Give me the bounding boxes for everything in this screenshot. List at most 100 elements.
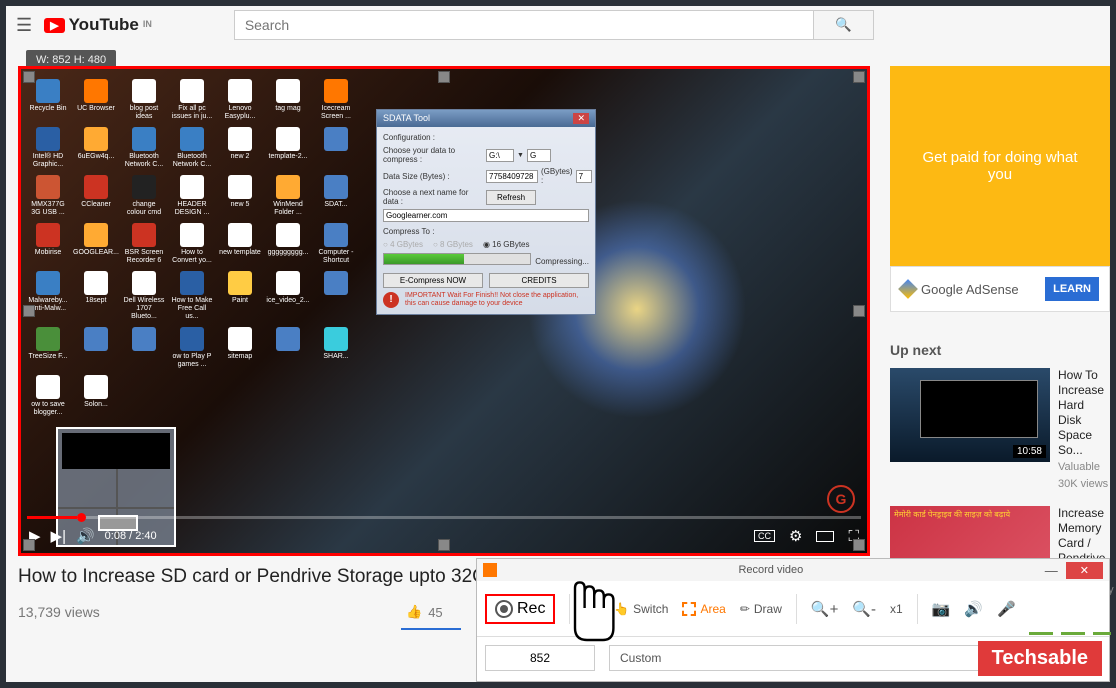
desktop-icon[interactable]: MMX377G 3G USB ... xyxy=(25,173,71,219)
desktop-icon[interactable]: new template xyxy=(217,221,263,267)
webcam-icon[interactable]: 📷 xyxy=(932,600,951,618)
desktop-icon[interactable]: Solon... xyxy=(73,373,119,419)
speaker-icon[interactable]: 🔊 xyxy=(964,600,983,618)
desktop-icon[interactable]: new 5 xyxy=(217,173,263,219)
search-input[interactable] xyxy=(234,10,814,40)
minimize-button[interactable]: — xyxy=(1037,561,1066,580)
desktop-icon[interactable]: tag mag xyxy=(265,77,311,123)
desktop-icon[interactable]: 6uEGw4q... xyxy=(73,125,119,171)
desktop-icon[interactable]: Computer - Shortcut xyxy=(313,221,359,267)
desktop-icon[interactable]: CCleaner xyxy=(73,173,119,219)
desktop-icon[interactable]: GOOGLEAR... xyxy=(73,221,119,267)
radio-4gb[interactable]: ○ 4 GBytes xyxy=(383,240,423,249)
next-button[interactable]: ▶| xyxy=(51,527,66,545)
related-video[interactable]: 10:58 How To Increase Hard Disk Space So… xyxy=(890,368,1110,492)
desktop-icon[interactable]: SHAR... xyxy=(313,325,359,371)
settings-icon[interactable]: ⚙ xyxy=(789,527,802,545)
desktop-icon[interactable]: UC Browser xyxy=(73,77,119,123)
desktop-icon[interactable]: How to Convert yo... xyxy=(169,221,215,267)
resize-handle[interactable] xyxy=(853,539,865,551)
compress-button[interactable]: E-Compress NOW xyxy=(383,273,483,288)
desktop-icon[interactable]: 18sept xyxy=(73,269,119,323)
desktop-icon[interactable]: template-2... xyxy=(265,125,311,171)
desktop-icon[interactable]: blog post ideas xyxy=(121,77,167,123)
cc-button[interactable]: CC xyxy=(754,530,775,542)
desktop-icon[interactable]: ice_video_2... xyxy=(265,269,311,323)
progress-bar xyxy=(383,253,531,265)
radio-8gb[interactable]: ○ 8 GBytes xyxy=(433,240,473,249)
drive-select[interactable] xyxy=(486,149,514,162)
desktop-icon[interactable] xyxy=(313,125,359,171)
search-button[interactable]: 🔍 xyxy=(814,10,874,40)
mic-icon[interactable]: 🎤 xyxy=(997,600,1016,618)
resize-handle[interactable] xyxy=(853,71,865,83)
video-player[interactable]: Recycle BinUC Browserblog post ideasFix … xyxy=(18,66,870,556)
size-input[interactable] xyxy=(486,170,538,183)
record-button[interactable]: Rec xyxy=(485,594,555,624)
desktop-icon[interactable]: Lenovo Easyplu... xyxy=(217,77,263,123)
resize-handle[interactable] xyxy=(23,305,35,317)
area-button[interactable]: Area xyxy=(682,602,725,616)
resize-handle[interactable] xyxy=(438,539,450,551)
desktop-icon[interactable]: ggggggggg... xyxy=(265,221,311,267)
theater-icon[interactable] xyxy=(816,531,834,542)
zoom-out-icon[interactable]: 🔍- xyxy=(852,600,876,618)
desktop-icon[interactable] xyxy=(73,325,119,371)
cursor-hand-icon xyxy=(551,572,631,652)
desktop-icon[interactable]: BSR Screen Recorder 6 xyxy=(121,221,167,267)
desktop-icon[interactable]: Mobirise xyxy=(25,221,71,267)
desktop-icon[interactable] xyxy=(121,325,167,371)
resize-handle[interactable] xyxy=(23,539,35,551)
desktop-icon[interactable] xyxy=(265,325,311,371)
desktop-icon[interactable]: SDAT... xyxy=(313,173,359,219)
desktop-icon[interactable]: TreeSize F... xyxy=(25,325,71,371)
compress-label: Choose your data to compress : xyxy=(383,146,483,164)
desktop-icon[interactable]: Recycle Bin xyxy=(25,77,71,123)
desktop-icon[interactable]: HEADER DESIGN ... xyxy=(169,173,215,219)
desktop-icon[interactable]: WinMend Folder ... xyxy=(265,173,311,219)
desktop-icon[interactable]: Icecream Screen ... xyxy=(313,77,359,123)
radio-16gb[interactable]: ◉ 16 GBytes xyxy=(483,240,530,249)
volume-icon[interactable]: 🔊 xyxy=(76,527,95,545)
youtube-logo[interactable]: ▶ YouTube IN xyxy=(44,15,152,35)
close-button[interactable]: ✕ xyxy=(1066,562,1103,579)
ad-banner[interactable]: Get paid for doing what you xyxy=(890,66,1110,266)
size-label: Data Size (Bytes) : xyxy=(383,172,483,181)
desktop-icon[interactable]: Bluetooth Network C... xyxy=(121,125,167,171)
desktop-icon[interactable]: Dell Wireless 1707 Blueto... xyxy=(121,269,167,323)
desktop-icon[interactable]: How to Make Free Call us... xyxy=(169,269,215,323)
resize-handle[interactable] xyxy=(438,71,450,83)
like-icon[interactable]: 👍 xyxy=(406,604,422,620)
drive-letter[interactable] xyxy=(527,149,551,162)
resize-handle[interactable] xyxy=(853,305,865,317)
resize-handle[interactable] xyxy=(23,71,35,83)
adsense-row[interactable]: Google AdSense LEARN xyxy=(890,266,1110,312)
learn-button[interactable]: LEARN xyxy=(1045,277,1099,301)
desktop-icon[interactable]: new 2 xyxy=(217,125,263,171)
name-input[interactable] xyxy=(383,209,589,222)
hamburger-icon[interactable]: ☰ xyxy=(16,15,32,36)
desktop-icon[interactable]: change colour cmd xyxy=(121,173,167,219)
like-count: 45 xyxy=(428,605,442,620)
related-views: 30K views xyxy=(1058,477,1110,492)
play-icon: ▶ xyxy=(44,18,64,33)
desktop-icon[interactable] xyxy=(313,269,359,323)
desktop-icon[interactable]: Paint xyxy=(217,269,263,323)
desktop-icon[interactable]: Fix all pc issues in ju... xyxy=(169,77,215,123)
desktop-icon[interactable]: sitemap xyxy=(217,325,263,371)
draw-button[interactable]: ✏Draw xyxy=(740,602,782,616)
config-label: Configuration : xyxy=(383,133,589,142)
zoom-in-icon[interactable]: 🔍+ xyxy=(811,600,838,618)
desktop-icon[interactable]: Bluetooth Network C... xyxy=(169,125,215,171)
adsense-icon xyxy=(898,279,918,299)
desktop-icon[interactable]: ow to save blogger... xyxy=(25,373,71,419)
close-icon[interactable]: ✕ xyxy=(573,113,589,124)
gb-input[interactable] xyxy=(576,170,592,183)
credits-button[interactable]: CREDITS xyxy=(489,273,589,288)
time-display: 0:08 / 2:40 xyxy=(105,530,157,542)
like-bar xyxy=(401,628,461,630)
desktop-icon[interactable]: ow to Play P games ... xyxy=(169,325,215,371)
refresh-button[interactable]: Refresh xyxy=(486,190,536,205)
progress-text: Compressing... xyxy=(535,257,589,266)
desktop-icon[interactable]: Intel® HD Graphic... xyxy=(25,125,71,171)
